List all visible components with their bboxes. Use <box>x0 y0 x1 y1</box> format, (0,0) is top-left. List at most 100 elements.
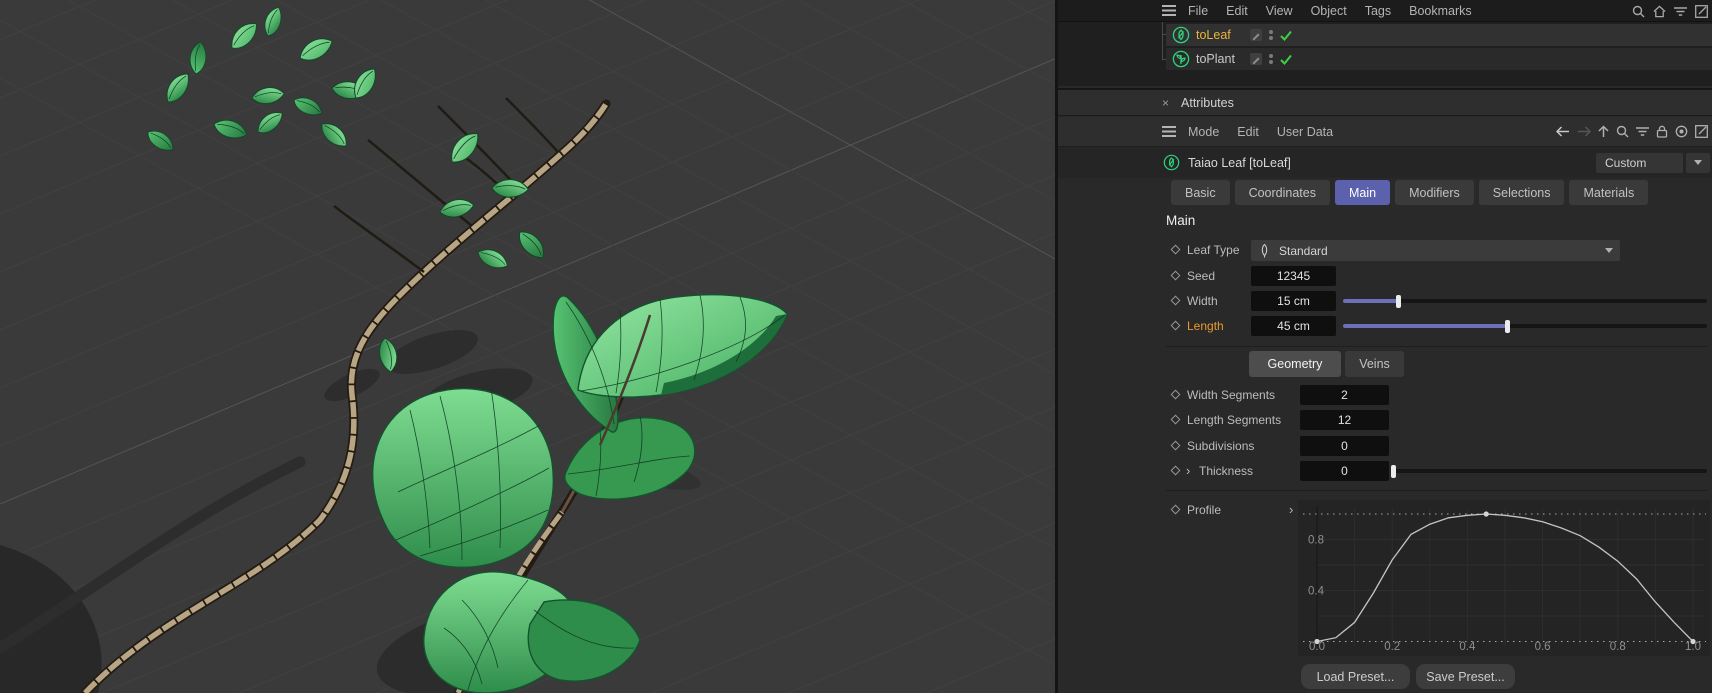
back-arrow-icon[interactable] <box>1556 126 1570 137</box>
search-icon[interactable] <box>1632 5 1645 18</box>
menu-object[interactable]: Object <box>1311 4 1347 18</box>
svg-text:0.4: 0.4 <box>1308 586 1325 598</box>
thickness-slider[interactable] <box>1391 461 1707 481</box>
subtab-veins[interactable]: Veins <box>1345 351 1404 377</box>
attr-menu-mode[interactable]: Mode <box>1188 125 1219 139</box>
main-menu-bar: File Edit View Object Tags Bookmarks <box>1058 0 1712 22</box>
new-window-icon[interactable] <box>1695 125 1708 138</box>
field-length-segments: Length Segments 12 <box>1058 410 1712 430</box>
filter-icon[interactable] <box>1636 126 1649 137</box>
chevron-down-icon <box>1605 248 1613 253</box>
field-thickness: › Thickness 0 <box>1058 461 1712 481</box>
filter-icon[interactable] <box>1674 6 1687 17</box>
enable-dots-icon[interactable] <box>1269 30 1273 40</box>
svg-text:0.8: 0.8 <box>1610 641 1626 653</box>
field-label: Subdivisions <box>1187 439 1255 453</box>
object-item-toplant[interactable]: toPlant <box>1166 48 1712 70</box>
enabled-check-icon[interactable] <box>1280 54 1292 65</box>
field-label: Thickness <box>1199 464 1254 478</box>
tab-selections[interactable]: Selections <box>1478 180 1565 205</box>
attr-menu-userdata[interactable]: User Data <box>1277 125 1333 139</box>
object-name[interactable]: toLeaf <box>1196 28 1240 42</box>
leaf-type-dropdown[interactable]: Standard <box>1251 240 1620 261</box>
menu-file[interactable]: File <box>1188 4 1208 18</box>
param-diamond-icon[interactable] <box>1170 440 1181 451</box>
length-segments-input[interactable]: 12 <box>1300 410 1389 430</box>
param-diamond-icon[interactable] <box>1170 504 1181 515</box>
preset-selector[interactable]: Custom <box>1596 152 1683 173</box>
hamburger-menu-icon[interactable] <box>1162 126 1176 137</box>
field-label: Leaf Type <box>1187 243 1240 257</box>
thickness-input[interactable]: 0 <box>1300 461 1389 481</box>
svg-text:0.0: 0.0 <box>1309 641 1325 653</box>
field-label: Seed <box>1187 269 1216 283</box>
tab-materials[interactable]: Materials <box>1569 180 1649 205</box>
viewport-canvas[interactable] <box>0 0 1058 693</box>
viewport-3d[interactable] <box>0 0 1058 693</box>
target-icon[interactable] <box>1675 125 1688 138</box>
up-arrow-icon[interactable] <box>1598 125 1609 138</box>
section-title: Main <box>1166 213 1196 228</box>
seed-input[interactable]: 12345 <box>1251 266 1336 286</box>
edit-badge-icon[interactable] <box>1250 53 1262 65</box>
param-diamond-icon[interactable] <box>1170 465 1181 476</box>
subdivisions-input[interactable]: 0 <box>1300 436 1389 456</box>
attr-menu-edit[interactable]: Edit <box>1237 125 1259 139</box>
attributes-toolbar: Mode Edit User Data <box>1058 117 1712 146</box>
param-diamond-icon[interactable] <box>1170 389 1181 400</box>
home-icon[interactable] <box>1653 5 1666 18</box>
width-slider[interactable] <box>1343 291 1707 311</box>
edit-badge-icon[interactable] <box>1250 29 1262 41</box>
field-label: Length Segments <box>1187 413 1282 427</box>
field-leaf-type: Leaf Type Standard <box>1058 240 1712 261</box>
profile-curve-editor[interactable]: 0.8 0.4 0.0 0.2 0.4 0.6 0.8 1.0 <box>1298 500 1710 656</box>
param-diamond-icon[interactable] <box>1170 320 1181 331</box>
save-preset-button[interactable]: Save Preset... <box>1416 664 1515 689</box>
width-input[interactable]: 15 cm <box>1251 291 1336 311</box>
expander-chevron-icon[interactable]: › <box>1186 463 1190 478</box>
application-window: File Edit View Object Tags Bookmarks toL… <box>0 0 1712 693</box>
field-width: Width 15 cm <box>1058 291 1712 311</box>
slider-handle[interactable] <box>1391 465 1396 478</box>
field-length: Length 45 cm <box>1058 316 1712 336</box>
param-diamond-icon[interactable] <box>1170 270 1181 281</box>
tab-coordinates[interactable]: Coordinates <box>1234 180 1330 205</box>
attribute-tabs: Basic Coordinates Main Modifiers Selecti… <box>1171 180 1649 205</box>
menu-edit[interactable]: Edit <box>1226 4 1248 18</box>
tab-modifiers[interactable]: Modifiers <box>1395 180 1474 205</box>
new-window-icon[interactable] <box>1695 4 1708 18</box>
field-label: Length <box>1187 319 1224 333</box>
leaf-object-icon <box>1163 154 1180 171</box>
width-segments-input[interactable]: 2 <box>1300 385 1389 405</box>
enable-dots-icon[interactable] <box>1269 54 1273 64</box>
svg-text:1.0: 1.0 <box>1685 641 1701 653</box>
tree-connector <box>1162 22 1163 59</box>
lock-icon[interactable] <box>1656 125 1668 138</box>
field-width-segments: Width Segments 2 <box>1058 385 1712 405</box>
menu-view[interactable]: View <box>1266 4 1293 18</box>
length-slider[interactable] <box>1343 316 1707 336</box>
field-subdivisions: Subdivisions 0 <box>1058 436 1712 456</box>
load-preset-button[interactable]: Load Preset... <box>1301 664 1410 689</box>
preset-dropdown-button[interactable] <box>1686 152 1710 173</box>
forward-arrow-icon[interactable] <box>1577 126 1591 137</box>
enabled-check-icon[interactable] <box>1280 30 1292 41</box>
hamburger-menu-icon[interactable] <box>1162 5 1176 16</box>
param-diamond-icon[interactable] <box>1170 414 1181 425</box>
tab-main[interactable]: Main <box>1334 180 1391 205</box>
param-diamond-icon[interactable] <box>1170 244 1181 255</box>
param-diamond-icon[interactable] <box>1170 295 1181 306</box>
field-label: Width Segments <box>1187 388 1276 402</box>
object-name[interactable]: toPlant <box>1196 52 1240 66</box>
expander-chevron-icon[interactable]: › <box>1289 502 1293 517</box>
slider-handle[interactable] <box>1395 295 1401 308</box>
length-input[interactable]: 45 cm <box>1251 316 1336 336</box>
object-item-toleaf[interactable]: toLeaf <box>1166 24 1712 46</box>
slider-handle[interactable] <box>1504 320 1510 333</box>
menu-bookmarks[interactable]: Bookmarks <box>1409 4 1472 18</box>
subtab-geometry[interactable]: Geometry <box>1249 351 1341 377</box>
menu-tags[interactable]: Tags <box>1365 4 1391 18</box>
tab-basic[interactable]: Basic <box>1171 180 1230 205</box>
search-icon[interactable] <box>1616 125 1629 138</box>
close-icon[interactable]: × <box>1162 96 1169 110</box>
